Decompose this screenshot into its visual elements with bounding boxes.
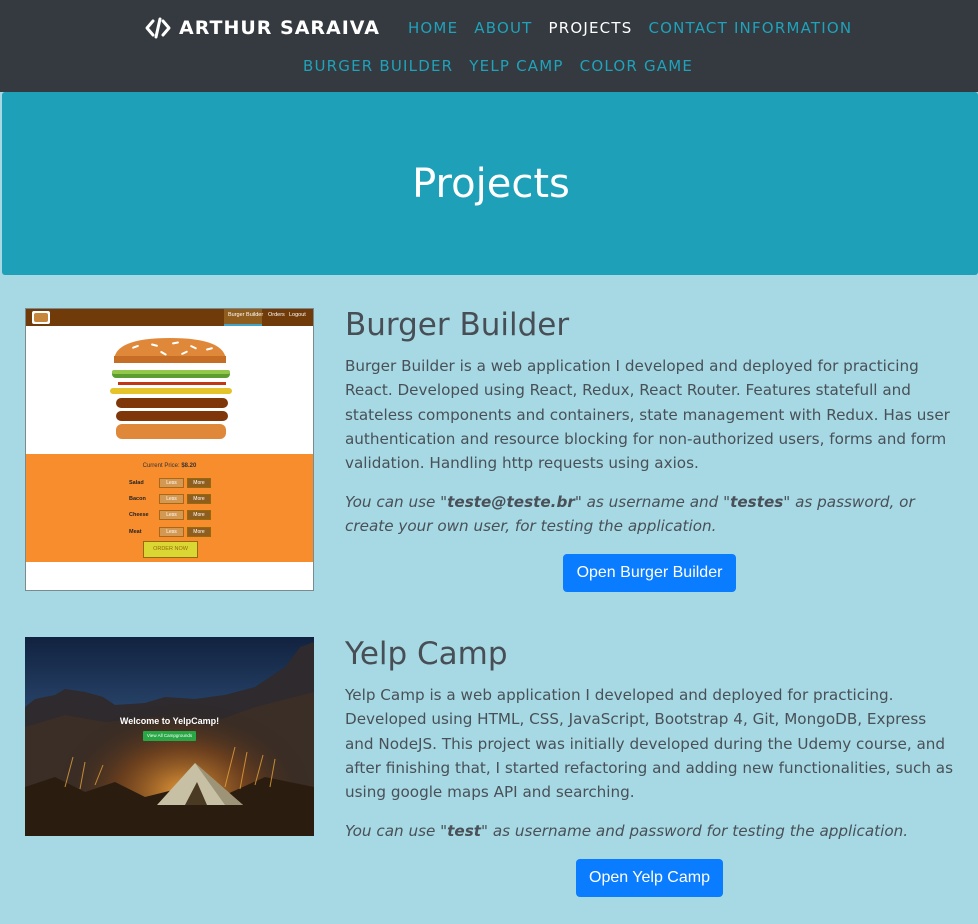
nav-link-yelp-camp[interactable]: YELP CAMP — [469, 57, 563, 75]
thumb-nav-item: Logout — [289, 312, 306, 318]
nav-link-contact[interactable]: CONTACT INFORMATION — [648, 19, 852, 37]
open-burger-builder-button[interactable]: Open Burger Builder — [563, 554, 736, 592]
nav-link-color-game[interactable]: COLOR GAME — [580, 57, 693, 75]
thumb-view-campgrounds-button: View All Campgrounds — [143, 731, 196, 741]
nav-link-about[interactable]: ABOUT — [474, 19, 532, 37]
more-button: More — [187, 527, 211, 537]
thumb-nav-item: Burger Builder — [228, 312, 264, 318]
burger-illustration — [110, 338, 232, 439]
more-button: More — [187, 510, 211, 520]
navbar: ARTHUR SARAIVA HOME ABOUT PROJECTS CONTA… — [0, 0, 978, 92]
thumb-nav-item: Orders — [268, 312, 285, 318]
nav-link-burger-builder[interactable]: BURGER BUILDER — [303, 57, 453, 75]
brand-name: ARTHUR SARAIVA — [179, 17, 380, 39]
page-title: Projects — [412, 160, 570, 207]
nav-link-projects[interactable]: PROJECTS — [549, 19, 633, 37]
brand[interactable]: ARTHUR SARAIVA — [145, 17, 380, 39]
control-label: Cheese — [129, 512, 149, 518]
project-credentials-note: You can use "test" as username and passw… — [345, 822, 909, 840]
open-yelp-camp-button[interactable]: Open Yelp Camp — [576, 859, 723, 897]
project-credentials-note: You can use "teste@teste.br" as username… — [345, 493, 915, 536]
less-button: Less — [159, 527, 184, 537]
more-button: More — [187, 494, 211, 504]
less-button: Less — [159, 478, 184, 488]
burger-area — [26, 326, 313, 454]
project-description: Yelp Camp is a web application I develop… — [345, 686, 954, 802]
project-title-yelp-camp: Yelp Camp — [345, 636, 508, 672]
control-label: Bacon — [129, 496, 146, 502]
thumb-footer — [26, 562, 313, 590]
project-title-burger-builder: Burger Builder — [345, 307, 570, 343]
project-description: Burger Builder is a web application I de… — [345, 357, 950, 473]
burger-builder-thumbnail: Burger Builder Orders Logout Current Pri… — [25, 308, 314, 591]
more-button: More — [187, 478, 211, 488]
nav-row-secondary: BURGER BUILDER YELP CAMP COLOR GAME — [303, 52, 709, 80]
nav-row-primary: ARTHUR SARAIVA HOME ABOUT PROJECTS CONTA… — [145, 14, 868, 42]
less-button: Less — [159, 494, 184, 504]
control-label: Salad — [129, 480, 144, 486]
order-now-button: ORDER NOW — [143, 541, 198, 558]
burger-logo-icon — [32, 311, 50, 324]
nav-link-home[interactable]: HOME — [408, 19, 458, 37]
control-label: Meat — [129, 529, 142, 535]
thumb-price: Current Price: $8.20 — [142, 463, 197, 469]
yelp-camp-thumbnail: Welcome to YelpCamp! View All Campground… — [25, 637, 314, 836]
hero-banner: Projects — [2, 92, 978, 275]
less-button: Less — [159, 510, 184, 520]
code-icon — [145, 17, 171, 39]
thumb-welcome-heading: Welcome to YelpCamp! — [119, 716, 220, 726]
